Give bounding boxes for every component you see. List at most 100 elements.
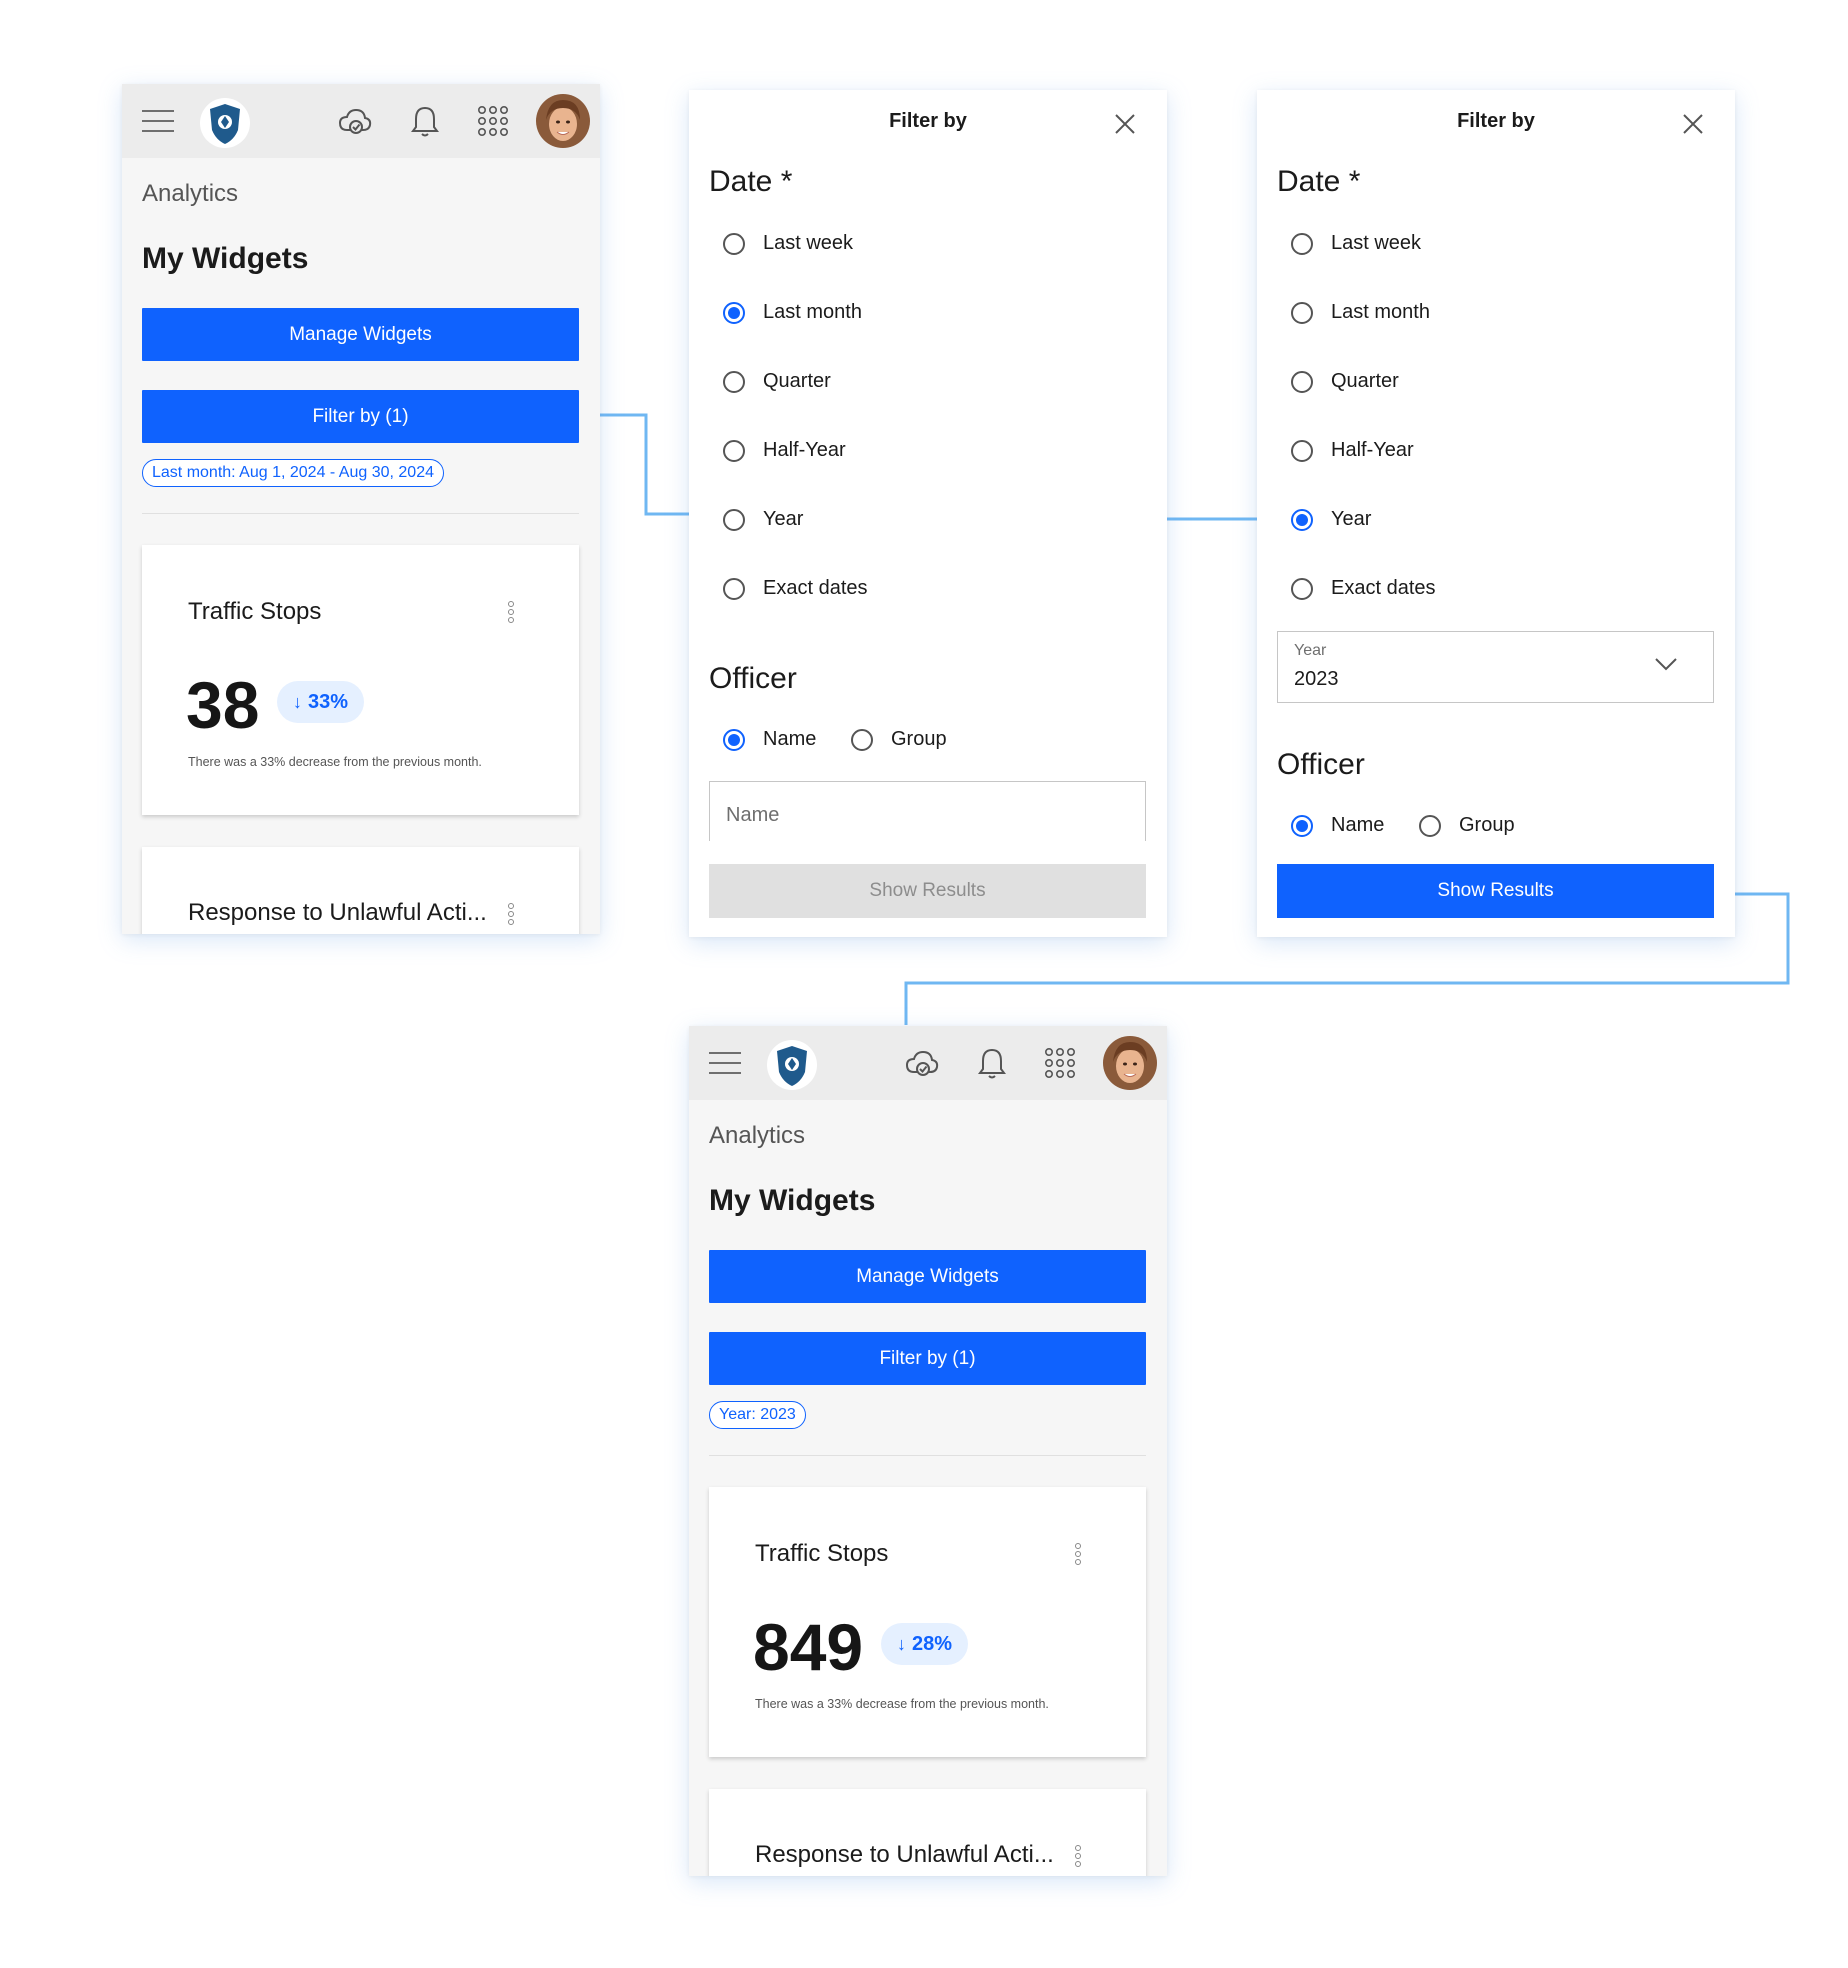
option-label: Exact dates <box>1331 577 1436 599</box>
date-option-last-week[interactable]: Last week <box>723 232 853 255</box>
more-options-icon[interactable] <box>508 601 514 625</box>
radio-button[interactable] <box>723 577 745 600</box>
divider <box>709 1455 1146 1456</box>
menu-icon[interactable] <box>709 1052 741 1074</box>
active-filter-chip[interactable]: Year: 2023 <box>709 1401 806 1429</box>
radio-button[interactable] <box>723 508 745 531</box>
app-grid-icon[interactable] <box>1041 1044 1079 1082</box>
date-option-quarter[interactable]: Quarter <box>1291 370 1399 393</box>
option-label: Year <box>1331 508 1372 530</box>
option-label: Group <box>891 728 947 750</box>
option-label: Half-Year <box>763 439 846 461</box>
section-title: Analytics <box>709 1122 806 1149</box>
widget-card-response[interactable]: Response to Unlawful Acti... <box>142 847 579 934</box>
officer-option-group[interactable]: Group <box>1419 814 1515 837</box>
radio-button-selected[interactable] <box>1291 508 1313 531</box>
filter-button[interactable]: Filter by (1) <box>709 1332 1146 1385</box>
widget-title: Traffic Stops <box>755 1540 889 1567</box>
filter-button[interactable]: Filter by (1) <box>142 390 579 443</box>
radio-button[interactable] <box>723 439 745 462</box>
radio-button[interactable] <box>1291 439 1313 462</box>
option-label: Quarter <box>1331 370 1399 392</box>
option-label: Last week <box>1331 232 1422 254</box>
officer-heading: Officer <box>709 662 797 695</box>
menu-icon[interactable] <box>142 110 174 132</box>
radio-button[interactable] <box>1291 577 1313 600</box>
widget-note: There was a 33% decrease from the previo… <box>188 755 482 769</box>
change-badge: ↓ 28% <box>881 1623 969 1665</box>
show-results-button-disabled[interactable]: Show Results <box>709 864 1146 918</box>
date-option-last-month[interactable]: Last month <box>723 301 862 324</box>
more-options-icon[interactable] <box>1075 1845 1081 1869</box>
bell-icon[interactable] <box>973 1044 1011 1082</box>
radio-button[interactable] <box>723 370 745 393</box>
radio-button-selected[interactable] <box>1291 814 1313 837</box>
cloud-sync-icon[interactable] <box>903 1044 941 1082</box>
date-option-quarter[interactable]: Quarter <box>723 370 831 393</box>
option-label: Last month <box>763 301 862 323</box>
date-option-half-year[interactable]: Half-Year <box>723 439 846 462</box>
date-option-year[interactable]: Year <box>1291 508 1371 531</box>
radio-button[interactable] <box>1291 301 1313 324</box>
arrow-down-icon: ↓ <box>897 1633 906 1654</box>
bell-icon[interactable] <box>406 102 444 140</box>
widget-card-traffic-stops[interactable]: Traffic Stops 38 ↓ 33% There was a 33% d… <box>142 545 579 815</box>
radio-button[interactable] <box>1291 232 1313 255</box>
officer-option-group[interactable]: Group <box>851 728 947 751</box>
widget-card-traffic-stops[interactable]: Traffic Stops 849 ↓ 28% There was a 33% … <box>709 1487 1146 1757</box>
option-label: Last month <box>1331 301 1430 323</box>
active-filter-chip[interactable]: Last month: Aug 1, 2024 - Aug 30, 2024 <box>142 459 444 487</box>
officer-name-input[interactable]: Name <box>709 781 1146 841</box>
radio-button-selected[interactable] <box>723 728 745 751</box>
option-label: Quarter <box>763 370 831 392</box>
radio-button[interactable] <box>1419 814 1441 837</box>
officer-option-name[interactable]: Name <box>1291 814 1384 837</box>
option-label: Half-Year <box>1331 439 1414 461</box>
officer-heading: Officer <box>1277 748 1365 781</box>
manage-widgets-button[interactable]: Manage Widgets <box>142 308 579 361</box>
filter-panel-title: Filter by <box>1457 110 1535 132</box>
user-avatar[interactable] <box>1103 1036 1157 1090</box>
date-option-year[interactable]: Year <box>723 508 803 531</box>
analytics-screen-after: Analytics My Widgets Manage Widgets Filt… <box>689 1026 1167 1876</box>
widget-card-response[interactable]: Response to Unlawful Acti... <box>709 1789 1146 1876</box>
manage-widgets-button[interactable]: Manage Widgets <box>709 1250 1146 1303</box>
year-dropdown-label: Year <box>1294 642 1327 659</box>
year-dropdown[interactable]: Year 2023 <box>1277 631 1714 703</box>
officer-option-name[interactable]: Name <box>723 728 816 751</box>
more-options-icon[interactable] <box>508 903 514 927</box>
change-value: 33% <box>308 690 349 713</box>
divider <box>142 513 579 514</box>
police-badge-logo[interactable] <box>767 1040 817 1090</box>
date-option-last-week[interactable]: Last week <box>1291 232 1421 255</box>
widget-title: Response to Unlawful Acti... <box>755 1841 1054 1868</box>
user-avatar[interactable] <box>536 94 590 148</box>
filter-panel-title: Filter by <box>889 110 967 132</box>
radio-button[interactable] <box>851 728 873 751</box>
analytics-screen-before: Analytics My Widgets Manage Widgets Filt… <box>122 84 600 934</box>
date-option-exact-dates[interactable]: Exact dates <box>723 577 868 600</box>
radio-button-selected[interactable] <box>723 301 745 324</box>
app-grid-icon[interactable] <box>474 102 512 140</box>
close-icon[interactable] <box>1113 112 1137 136</box>
year-dropdown-value: 2023 <box>1294 668 1339 690</box>
date-heading: Date * <box>709 165 793 198</box>
option-label: Year <box>763 508 804 530</box>
change-value: 28% <box>912 1632 953 1655</box>
radio-button[interactable] <box>723 232 745 255</box>
police-badge-logo[interactable] <box>200 98 250 148</box>
cloud-sync-icon[interactable] <box>336 102 374 140</box>
filter-panel-year: Filter by Date * Last week Last month Qu… <box>1257 90 1735 937</box>
section-title: Analytics <box>142 180 239 207</box>
widget-title: Response to Unlawful Acti... <box>188 899 487 926</box>
radio-button[interactable] <box>1291 370 1313 393</box>
more-options-icon[interactable] <box>1075 1543 1081 1567</box>
close-icon[interactable] <box>1681 112 1705 136</box>
date-option-half-year[interactable]: Half-Year <box>1291 439 1414 462</box>
date-heading: Date * <box>1277 165 1361 198</box>
date-option-exact-dates[interactable]: Exact dates <box>1291 577 1436 600</box>
arrow-down-icon: ↓ <box>293 691 302 712</box>
date-option-last-month[interactable]: Last month <box>1291 301 1430 324</box>
show-results-button[interactable]: Show Results <box>1277 864 1714 918</box>
widget-value: 849 <box>753 1610 864 1684</box>
